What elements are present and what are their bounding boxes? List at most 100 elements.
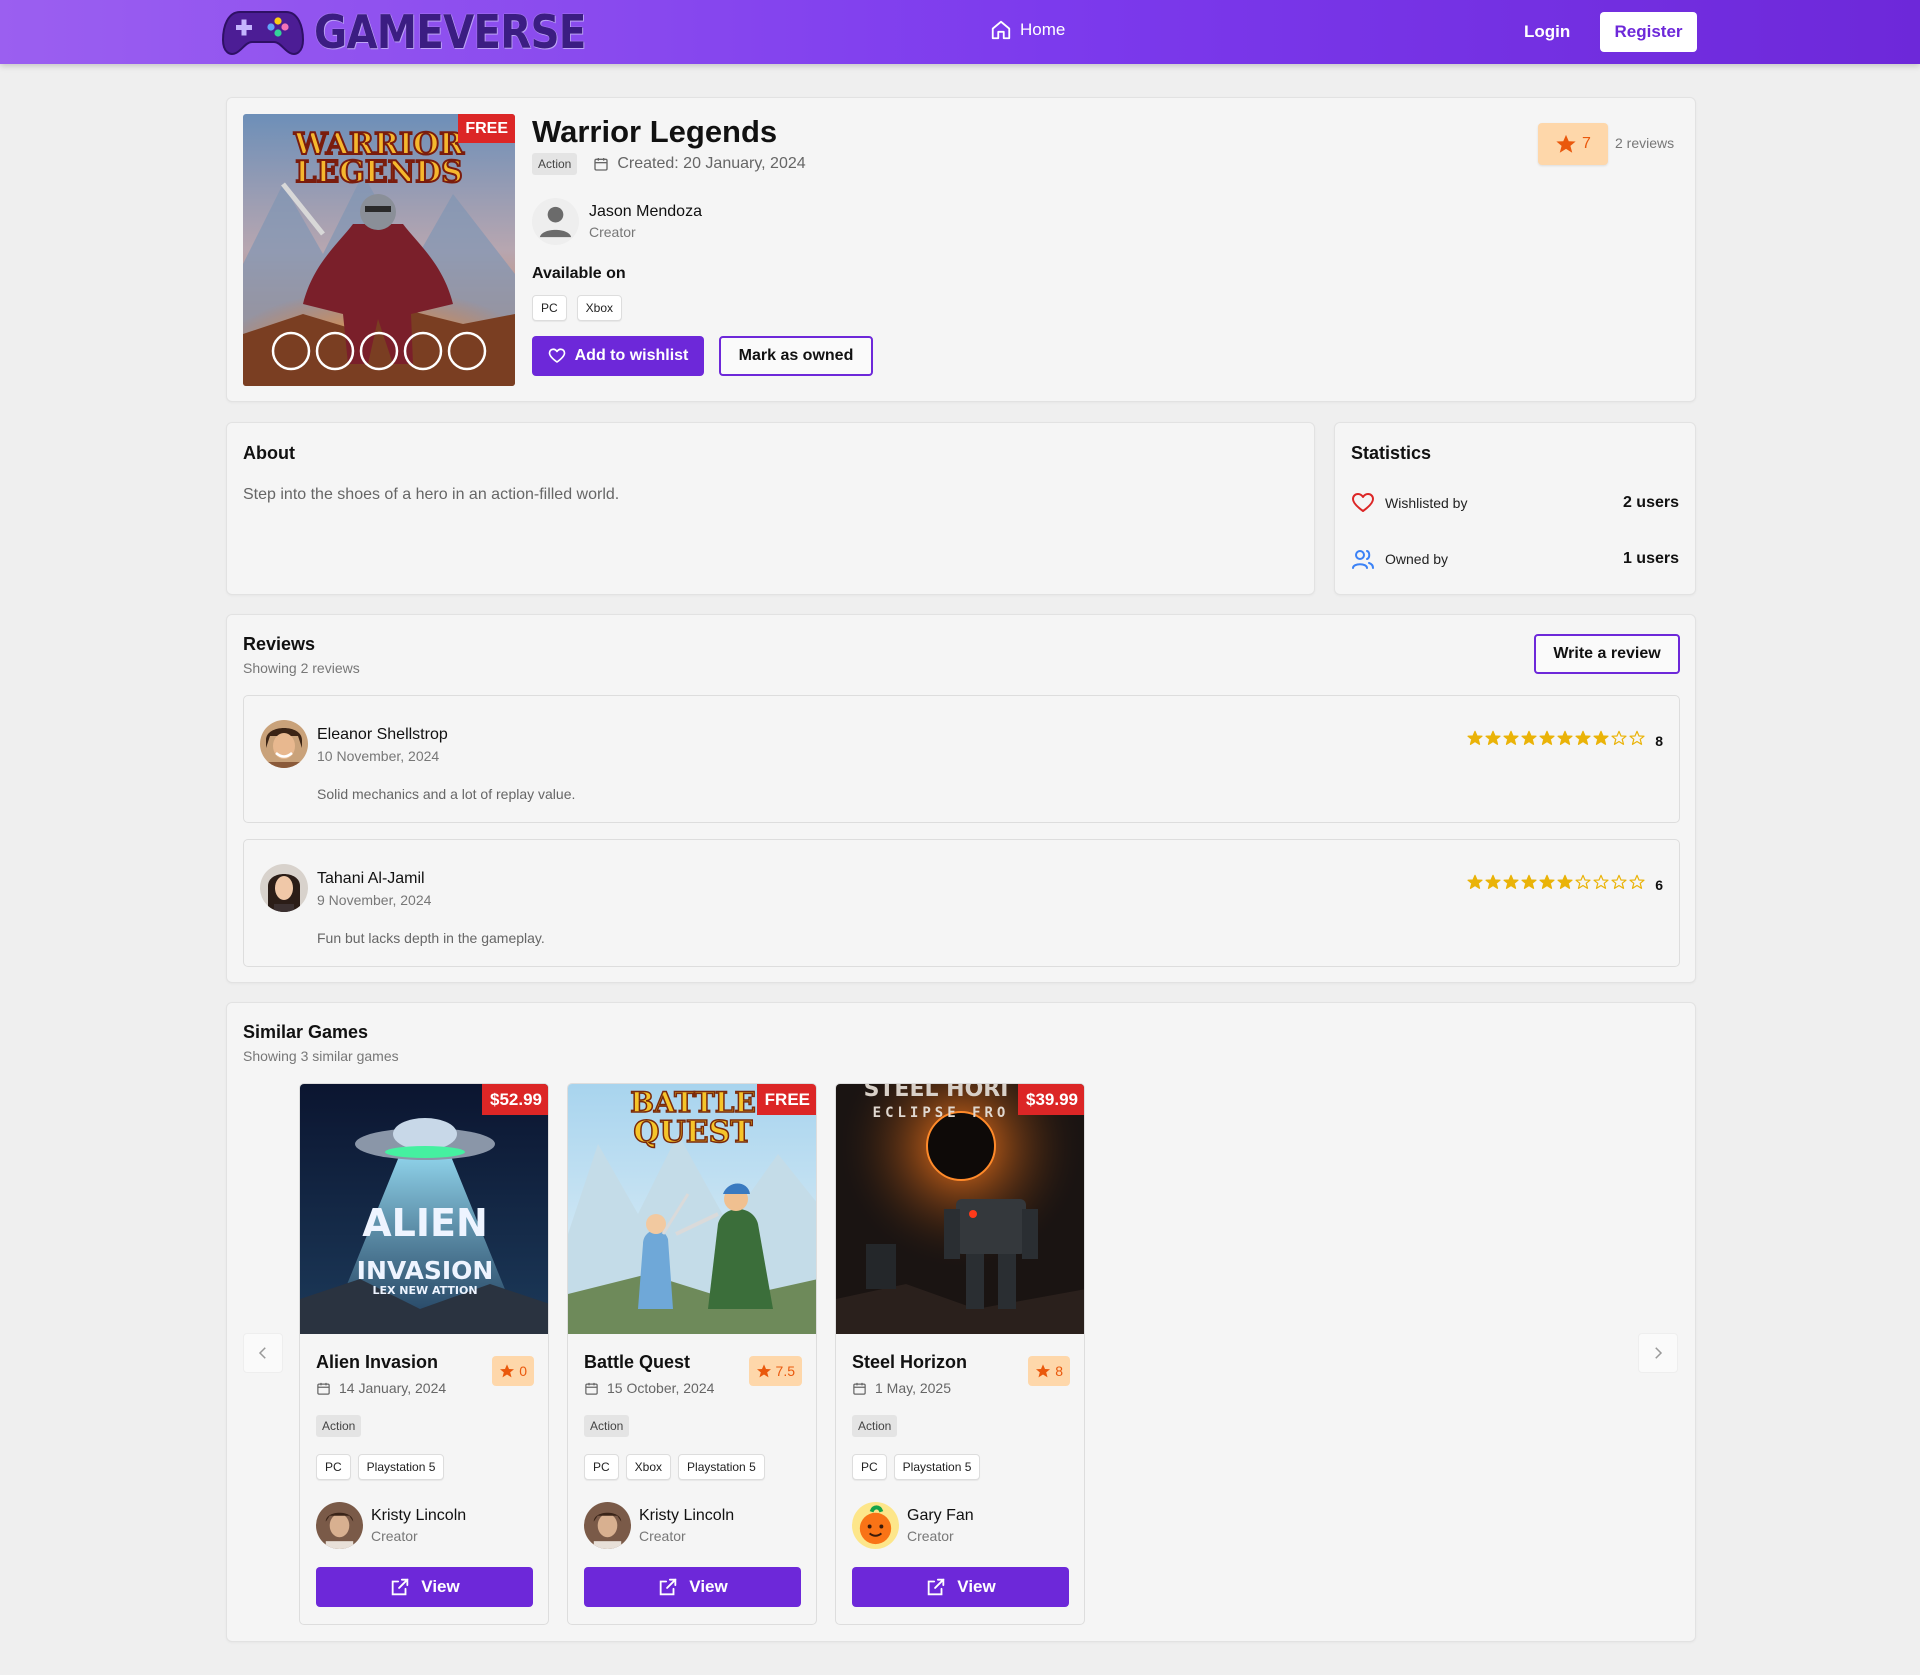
gamepad-icon: [222, 11, 304, 55]
star-filled-icon: [1503, 730, 1519, 745]
review-text: Solid mechanics and a lot of replay valu…: [317, 786, 576, 802]
reviews-card: Reviews Showing 2 reviews Write a review…: [226, 614, 1696, 983]
star-filled-icon: [1575, 730, 1591, 745]
star-filled-icon: [1521, 730, 1537, 745]
creator-avatar: [532, 198, 579, 245]
external-link-icon: [928, 1578, 945, 1596]
cover-title-line2: ECLIPSE FRO: [873, 1105, 1010, 1121]
creator-info: Kristy Lincoln Creator: [584, 1502, 734, 1549]
platform-tag: Xbox: [625, 1454, 672, 1480]
reviews-title: Reviews: [243, 634, 316, 654]
platform-list: PC Playstation 5: [852, 1454, 981, 1480]
calendar-icon: [853, 1382, 866, 1395]
cover-title-line3: LEX NEW ATTION: [372, 1284, 477, 1297]
star-icon: [500, 1364, 515, 1378]
reviewer-name: Tahani Al-Jamil: [317, 870, 425, 887]
star-filled-icon: [1467, 874, 1483, 889]
star-filled-icon: [1539, 730, 1555, 745]
platform-list: PC Playstation 5: [316, 1454, 445, 1480]
star-icon: [756, 1364, 771, 1378]
wishlisted-value: 2 users: [1622, 494, 1679, 511]
carousel-prev-button[interactable]: [243, 1333, 283, 1373]
price-badge: $39.99: [1018, 1084, 1084, 1115]
star-icon: [1556, 134, 1576, 153]
mark-as-owned-button[interactable]: Mark as owned: [719, 336, 873, 376]
creator-name: Jason Mendoza: [589, 203, 702, 220]
view-label: View: [957, 1577, 996, 1596]
rating-value: 8: [1055, 1363, 1063, 1379]
platform-tag: PC: [584, 1454, 619, 1480]
reviewer-avatar: [260, 720, 308, 768]
similar-game-card[interactable]: STEEL HORI ECLIPSE FRO $39.99 Steel Hori…: [835, 1083, 1085, 1625]
carousel-next-button[interactable]: [1638, 1333, 1678, 1373]
star-filled-icon: [1503, 874, 1519, 889]
available-on-label: Available on: [532, 265, 626, 282]
external-link-icon: [660, 1578, 677, 1596]
star-empty-icon: [1575, 874, 1591, 889]
external-link-icon: [392, 1578, 409, 1596]
game-date-text: 15 October, 2024: [607, 1380, 715, 1396]
cover-title-line1: ALIEN: [362, 1201, 488, 1245]
created-date: Created: 20 January, 2024: [593, 155, 806, 173]
star-filled-icon: [1521, 874, 1537, 889]
heart-icon: [1352, 493, 1374, 512]
register-button[interactable]: Register: [1600, 12, 1697, 52]
star-filled-icon: [1557, 874, 1573, 889]
star-filled-icon: [1467, 730, 1483, 745]
cover-title-line2: QUEST: [633, 1115, 753, 1150]
price-badge: FREE: [756, 1084, 816, 1115]
write-review-button[interactable]: Write a review: [1534, 634, 1680, 674]
user-icon: [532, 198, 579, 245]
platform-list: PC Xbox Playstation 5: [584, 1454, 765, 1480]
login-link[interactable]: Login: [1524, 22, 1570, 42]
star-filled-icon: [1485, 874, 1501, 889]
calendar-icon: [585, 1382, 598, 1395]
view-game-button[interactable]: View: [584, 1567, 801, 1607]
cover-title-line2: INVASION: [357, 1256, 494, 1285]
game-date: 1 May, 2025: [852, 1380, 951, 1396]
game-date: 14 January, 2024: [316, 1380, 446, 1396]
nav-home-link[interactable]: Home: [990, 19, 1065, 41]
star-filled-icon: [1593, 730, 1609, 745]
similar-game-card[interactable]: BATTLE QUEST FREE Battle Quest 15 Octobe…: [567, 1083, 817, 1625]
game-cover-image: WARRIOR LEGENDS FREE: [243, 114, 515, 386]
star-filled-icon: [1557, 730, 1573, 745]
genre-tag: Action: [316, 1415, 362, 1437]
star-empty-icon: [1629, 874, 1645, 889]
platform-tag: Playstation 5: [893, 1454, 981, 1480]
creator-role: Creator: [589, 224, 636, 240]
creator-info[interactable]: Jason Mendoza Creator: [532, 198, 702, 245]
view-game-button[interactable]: View: [316, 1567, 533, 1607]
review-item: Eleanor Shellstrop 10 November, 2024 Sol…: [243, 695, 1680, 823]
similar-game-card[interactable]: ALIEN INVASION LEX NEW ATTION $52.99 Ali…: [299, 1083, 549, 1625]
game-title: Warrior Legends: [532, 114, 778, 149]
view-game-button[interactable]: View: [852, 1567, 1069, 1607]
statistics-card: Statistics Wishlisted by 2 users Owned b…: [1334, 422, 1696, 595]
view-label: View: [421, 1577, 460, 1596]
about-card: About Step into the shoes of a hero in a…: [226, 422, 1315, 595]
created-date-text: Created: 20 January, 2024: [617, 155, 806, 172]
review-text: Fun but lacks depth in the gameplay.: [317, 930, 545, 946]
reviewer-avatar: [260, 864, 308, 912]
reviewer-name: Eleanor Shellstrop: [317, 726, 448, 743]
review-item: Tahani Al-Jamil 9 November, 2024 Fun but…: [243, 839, 1680, 967]
logo[interactable]: GAMEVERSE: [222, 5, 623, 59]
game-meta-row: Action Created: 20 January, 2024: [532, 153, 806, 175]
genre-tag: Action: [532, 153, 578, 175]
review-date: 9 November, 2024: [317, 892, 432, 908]
genre-tag: Action: [584, 1415, 630, 1437]
nav-home-label: Home: [1020, 20, 1066, 39]
creator-info: Gary Fan Creator: [852, 1502, 974, 1549]
star-empty-icon: [1593, 874, 1609, 889]
rating-value: 0: [519, 1363, 527, 1379]
wishlisted-label: Wishlisted by: [1385, 495, 1468, 511]
game-date-text: 1 May, 2025: [875, 1380, 952, 1396]
similar-games-subtitle: Showing 3 similar games: [243, 1048, 399, 1064]
owned-label: Owned by: [1385, 551, 1449, 567]
add-to-wishlist-button[interactable]: Add to wishlist: [532, 336, 704, 376]
calendar-icon: [594, 158, 609, 171]
creator-role: Creator: [639, 1528, 686, 1544]
review-stars: [1467, 730, 1645, 746]
view-label: View: [689, 1577, 728, 1596]
review-stars: [1467, 874, 1645, 890]
